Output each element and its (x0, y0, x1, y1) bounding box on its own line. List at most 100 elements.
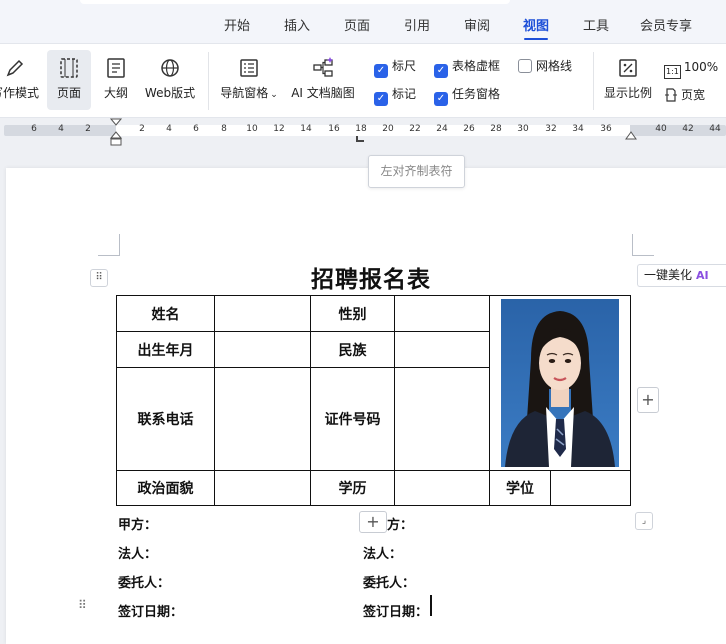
ruler-tick: 24 (436, 124, 448, 134)
tab-insert[interactable]: 插入 (284, 15, 310, 34)
task-pane-checkbox[interactable]: ✓ 任务窗格 (434, 86, 501, 106)
checkbox-checked-icon: ✓ (434, 92, 448, 106)
cell-phone-label[interactable]: 联系电话 (116, 367, 215, 471)
agent-b-label[interactable]: 委托人： (363, 572, 415, 591)
tab-page[interactable]: 页面 (344, 15, 370, 34)
cell-political-label[interactable]: 政治面貌 (116, 470, 215, 506)
ruler-tick: 14 (300, 124, 312, 134)
ruler-tick: 30 (517, 124, 529, 134)
checkbox-checked-icon: ✓ (374, 64, 388, 78)
indent-marker-icon[interactable] (110, 118, 122, 146)
margin-corner-mark (98, 234, 120, 256)
globe-icon (161, 59, 179, 77)
table-resize-handle-icon[interactable]: ⌟ (635, 512, 653, 530)
ruler-tick: 2 (139, 124, 145, 134)
left-tab-stop-icon[interactable] (356, 136, 364, 142)
writing-mode-label: 写作模式 (0, 86, 39, 100)
web-layout-label: Web版式 (144, 86, 196, 100)
cell-political-value[interactable] (214, 470, 311, 506)
title-strip (80, 0, 510, 4)
application-form-table[interactable]: 姓名 性别 出生年月 民族 联系电话 证件号码 政治面貌 学历 学位 (116, 295, 631, 506)
tab-references[interactable]: 引用 (404, 15, 430, 34)
legal-person-a-label[interactable]: 法人： (118, 543, 157, 562)
cell-phone-value[interactable] (214, 367, 311, 471)
page-width-icon (665, 88, 677, 102)
ruler-checkbox[interactable]: ✓ 标尺 (374, 58, 416, 78)
ruler-tick: 32 (545, 124, 557, 134)
nav-pane-icon (240, 59, 258, 77)
ruler-tick: 2 (85, 124, 91, 134)
cell-degree-label[interactable]: 学位 (489, 470, 551, 506)
zoom-ratio-button[interactable]: 显示比例 (600, 50, 656, 110)
page-width-button[interactable]: 页宽 (664, 86, 705, 104)
tab-home[interactable]: 开始 (224, 15, 250, 34)
outline-view-button[interactable]: 大纲 (96, 50, 136, 110)
party-a-label[interactable]: 甲方： (118, 514, 157, 533)
cell-name-value[interactable] (214, 295, 311, 332)
ai-mindmap-label: AI 文档脑图 (291, 86, 355, 100)
paragraph-drag-handle-icon[interactable]: ⠿ (78, 598, 87, 612)
cell-name-label[interactable]: 姓名 (116, 295, 215, 332)
ruler-tick: 34 (572, 124, 584, 134)
add-column-button[interactable]: + (637, 387, 659, 413)
zoom-100-button[interactable]: 1:1 100% (664, 58, 718, 79)
cell-degree-value[interactable] (550, 470, 631, 506)
ruler-tick: 12 (273, 124, 285, 134)
table-gridlines-checkbox[interactable]: ✓ 表格虚框 (434, 58, 500, 78)
cell-photo[interactable] (489, 295, 631, 471)
cell-birth-label[interactable]: 出生年月 (116, 331, 215, 368)
portrait-photo (501, 299, 619, 467)
cell-ethnicity-value[interactable] (394, 331, 490, 368)
ai-mindmap-button[interactable]: AI 文档脑图 (288, 50, 358, 110)
tab-member[interactable]: 会员专享 (640, 15, 692, 34)
add-row-button[interactable]: + (359, 511, 387, 533)
ruler-tick: 20 (382, 124, 394, 134)
table-move-handle-icon[interactable]: ⠿ (90, 269, 108, 287)
page-view-button[interactable]: 页面 (47, 50, 91, 110)
ruler-tick: 28 (490, 124, 502, 134)
agent-a-label[interactable]: 委托人： (118, 572, 170, 591)
marks-checkbox[interactable]: ✓ 标记 (374, 86, 417, 106)
cell-education-value[interactable] (394, 470, 490, 506)
zoom-ratio-label: 显示比例 (603, 86, 652, 100)
margin-corner-mark (632, 234, 654, 256)
marks-label: 标记 (392, 87, 417, 101)
document-page[interactable]: ⠿ 招聘报名表 一键美化 AI 姓名 性别 出生年月 民族 联系电话 证件号码 … (6, 168, 726, 644)
document-title[interactable]: 招聘报名表 (276, 260, 466, 294)
one-click-beautify-button[interactable]: 一键美化 AI (637, 264, 726, 287)
tab-view[interactable]: 视图 (523, 15, 549, 40)
horizontal-ruler[interactable]: 6 4 2 2 4 6 8 10 12 14 16 18 20 22 24 26… (0, 118, 726, 146)
cell-id-label[interactable]: 证件号码 (310, 367, 395, 471)
ruler-tick: 8 (221, 124, 227, 134)
tab-stop-tooltip: 左对齐制表符 (368, 155, 465, 188)
one-to-one-icon: 1:1 (664, 65, 681, 79)
task-pane-label: 任务窗格 (452, 87, 501, 101)
ribbon-toolbar: 写作模式 页面 大纲 Web版式 导航窗格⌄ AI 文档脑图 ✓ 标尺 ✓ 表格虚框… (0, 44, 726, 118)
cell-birth-value[interactable] (214, 331, 311, 368)
right-indent-marker-icon[interactable] (625, 130, 637, 142)
ruler-tick: 6 (193, 124, 199, 134)
legal-person-b-label[interactable]: 法人： (363, 543, 402, 562)
page-view-label: 页面 (56, 86, 81, 100)
checkbox-checked-icon: ✓ (434, 64, 448, 78)
cell-ethnicity-label[interactable]: 民族 (310, 331, 395, 368)
tab-review[interactable]: 审阅 (464, 15, 490, 34)
cell-id-value[interactable] (394, 367, 490, 471)
writing-mode-button[interactable]: 写作模式 (0, 50, 44, 110)
ruler-tick: 16 (328, 124, 340, 134)
ribbon-divider (208, 52, 209, 110)
party-b-label[interactable]: 方： (387, 514, 413, 533)
ruler-tick: 10 (246, 124, 258, 134)
sign-date-a-label[interactable]: 签订日期： (118, 601, 183, 620)
cell-education-label[interactable]: 学历 (310, 470, 395, 506)
outline-label: 大纲 (103, 86, 128, 100)
ruler-tick: 26 (463, 124, 475, 134)
tab-tools[interactable]: 工具 (583, 15, 609, 34)
sign-date-b-label[interactable]: 签订日期： (363, 601, 428, 620)
web-layout-button[interactable]: Web版式 (140, 50, 200, 110)
nav-pane-button[interactable]: 导航窗格 ⌄ (216, 50, 282, 110)
text-cursor (430, 595, 432, 616)
cell-gender-label[interactable]: 性别 (310, 295, 395, 332)
gridlines-checkbox[interactable]: 网格线 (518, 58, 572, 74)
cell-gender-value[interactable] (394, 295, 490, 332)
